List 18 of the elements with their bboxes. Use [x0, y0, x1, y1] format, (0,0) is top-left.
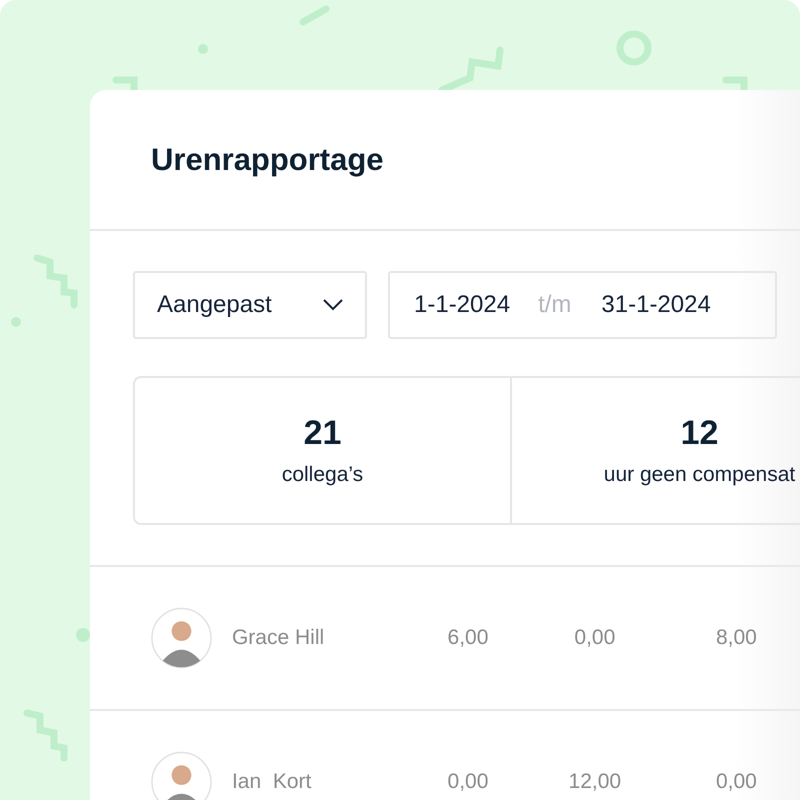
employee-name: Ian Kort	[232, 770, 312, 794]
stat-label: uur geen compensat	[604, 463, 796, 487]
avatar-icon	[151, 751, 212, 800]
stat-value: 21	[304, 414, 342, 453]
hours-value: 8,00	[714, 626, 758, 650]
avatar-icon	[151, 607, 212, 669]
hours-value: 0,00	[446, 770, 490, 794]
hours-value: 6,00	[446, 626, 490, 650]
employee-name: Grace Hill	[232, 626, 326, 650]
stat-label: collega’s	[282, 463, 364, 487]
hours-value: 12,00	[568, 770, 622, 794]
date-range-field[interactable]: 1-1-2024 t/m 31-1-2024	[388, 271, 777, 339]
chevron-down-icon	[323, 299, 343, 311]
period-dropdown[interactable]: Aangepast	[133, 271, 367, 339]
hours-value: 0,00	[573, 626, 616, 650]
hours-value: 0,00	[714, 770, 758, 794]
page-title: Urenrapportage	[151, 142, 384, 178]
stat-value: 12	[680, 414, 718, 453]
